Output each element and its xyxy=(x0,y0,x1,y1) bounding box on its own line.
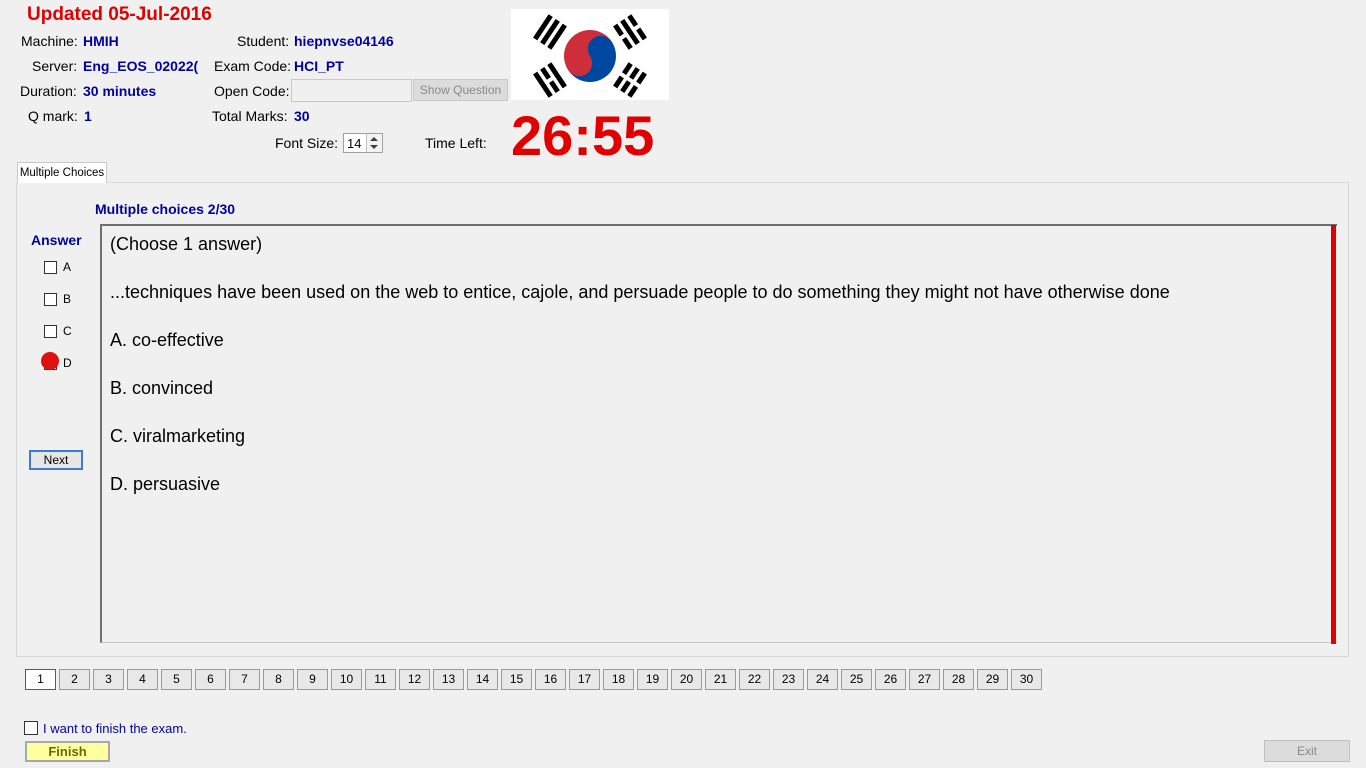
page-button-16[interactable]: 16 xyxy=(535,669,566,690)
page-button-13[interactable]: 13 xyxy=(433,669,464,690)
exit-button[interactable]: Exit xyxy=(1264,740,1350,762)
duration-label: Duration: xyxy=(20,83,77,99)
page-button-24[interactable]: 24 xyxy=(807,669,838,690)
finish-checkbox-label[interactable]: I want to finish the exam. xyxy=(43,721,187,736)
server-value: Eng_EOS_02022( xyxy=(83,58,199,74)
spinner-up-icon[interactable] xyxy=(370,137,378,141)
font-size-spinner[interactable]: 14 xyxy=(343,133,383,153)
question-text: ...techniques have been used on the web … xyxy=(110,282,1170,302)
checkbox[interactable] xyxy=(44,261,57,274)
spinner-arrows[interactable] xyxy=(366,134,382,152)
choice-c-text: C. viralmarketing xyxy=(110,426,246,446)
page-button-15[interactable]: 15 xyxy=(501,669,532,690)
duration-value: 30 minutes xyxy=(83,83,157,99)
qmark-value: 1 xyxy=(84,108,92,124)
page-button-22[interactable]: 22 xyxy=(739,669,770,690)
font-size-label: Font Size: xyxy=(275,135,339,151)
server-label: Server: xyxy=(32,58,78,74)
page-button-18[interactable]: 18 xyxy=(603,669,634,690)
finish-checkbox[interactable] xyxy=(24,721,38,735)
open-code-input[interactable] xyxy=(291,79,412,102)
page-button-9[interactable]: 9 xyxy=(297,669,328,690)
page-button-17[interactable]: 17 xyxy=(569,669,600,690)
answer-label: Answer xyxy=(31,232,82,248)
page-button-5[interactable]: 5 xyxy=(161,669,192,690)
spinner-down-icon[interactable] xyxy=(370,145,378,149)
machine-value: HMIH xyxy=(83,33,119,49)
finish-button[interactable]: Finish xyxy=(25,741,110,762)
exam-code-label: Exam Code: xyxy=(214,58,292,74)
student-label: Student: xyxy=(237,33,290,49)
choice-a-text: A. co-effective xyxy=(110,330,224,350)
page-button-10[interactable]: 10 xyxy=(331,669,362,690)
selected-marker-icon xyxy=(41,352,59,370)
flag-graphic xyxy=(511,9,669,100)
page-button-25[interactable]: 25 xyxy=(841,669,872,690)
exam-code-value: HCI_PT xyxy=(294,58,344,74)
next-button[interactable]: Next xyxy=(29,450,83,470)
checkbox[interactable] xyxy=(44,293,57,306)
total-marks-label: Total Marks: xyxy=(212,108,288,124)
page-button-23[interactable]: 23 xyxy=(773,669,804,690)
qmark-label: Q mark: xyxy=(28,108,78,124)
time-left-timer: 26:55 xyxy=(511,104,655,167)
south-korea-flag-icon xyxy=(511,9,669,100)
question-counter: Multiple choices 2/30 xyxy=(95,201,236,217)
page-button-26[interactable]: 26 xyxy=(875,669,906,690)
option-letter: A xyxy=(63,260,72,274)
page-button-11[interactable]: 11 xyxy=(365,669,396,690)
page-button-28[interactable]: 28 xyxy=(943,669,974,690)
page-button-20[interactable]: 20 xyxy=(671,669,702,690)
option-letter: C xyxy=(63,324,72,338)
tab-multiple-choices[interactable]: Multiple Choices xyxy=(17,162,107,183)
page-button-1[interactable]: 1 xyxy=(25,669,56,690)
page-button-4[interactable]: 4 xyxy=(127,669,158,690)
page-button-2[interactable]: 2 xyxy=(59,669,90,690)
page-button-14[interactable]: 14 xyxy=(467,669,498,690)
updated-date: Updated 05-Jul-2016 xyxy=(27,4,212,25)
checkbox[interactable] xyxy=(44,325,57,338)
option-letter: B xyxy=(63,292,72,306)
page-button-30[interactable]: 30 xyxy=(1011,669,1042,690)
question-box-red-border xyxy=(1331,225,1336,644)
page-button-7[interactable]: 7 xyxy=(229,669,260,690)
page-button-19[interactable]: 19 xyxy=(637,669,668,690)
show-question-button[interactable]: Show Question xyxy=(413,79,508,101)
page-button-8[interactable]: 8 xyxy=(263,669,294,690)
page-button-12[interactable]: 12 xyxy=(399,669,430,690)
font-size-value: 14 xyxy=(347,136,362,151)
choice-d-text: D. persuasive xyxy=(110,474,221,494)
machine-label: Machine: xyxy=(21,33,78,49)
page-button-3[interactable]: 3 xyxy=(93,669,124,690)
student-value: hiepnvse04146 xyxy=(294,33,394,49)
question-instruction: (Choose 1 answer) xyxy=(110,234,263,254)
page-button-21[interactable]: 21 xyxy=(705,669,736,690)
option-letter: D xyxy=(63,356,72,370)
page-button-27[interactable]: 27 xyxy=(909,669,940,690)
choice-b-text: B. convinced xyxy=(110,378,214,398)
open-code-label: Open Code: xyxy=(214,83,290,99)
page-button-6[interactable]: 6 xyxy=(195,669,226,690)
page-button-29[interactable]: 29 xyxy=(977,669,1008,690)
time-left-label: Time Left: xyxy=(425,135,487,151)
total-marks-value: 30 xyxy=(294,108,310,124)
